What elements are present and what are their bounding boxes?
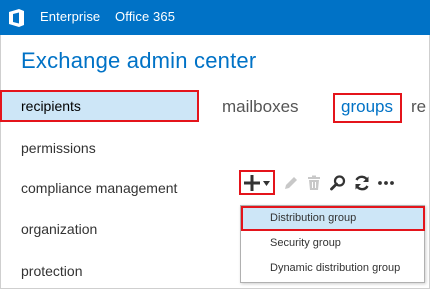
add-icon: [244, 175, 260, 191]
sidebar-item-organization[interactable]: organization: [21, 221, 97, 237]
search-icon[interactable]: [328, 173, 348, 193]
page-title: Exchange admin center: [21, 48, 257, 73]
more-icon[interactable]: [376, 173, 396, 193]
sidebar-item-recipients[interactable]: recipients: [0, 90, 199, 122]
new-group-menu: Distribution group Security group Dynami…: [240, 205, 425, 283]
delete-icon[interactable]: [304, 173, 324, 193]
sidebar-item-permissions[interactable]: permissions: [21, 140, 96, 156]
tab-resources[interactable]: re: [411, 97, 426, 117]
menu-item-dynamic-distribution-group[interactable]: Dynamic distribution group: [241, 256, 424, 280]
menu-item-security-group[interactable]: Security group: [241, 231, 424, 255]
menu-item-distribution-group[interactable]: Distribution group: [241, 206, 425, 231]
tab-mailboxes[interactable]: mailboxes: [222, 97, 299, 117]
refresh-icon[interactable]: [352, 173, 372, 193]
sidebar-item-compliance-management[interactable]: compliance management: [21, 180, 177, 196]
office365-link[interactable]: Office 365: [115, 9, 175, 24]
tab-groups[interactable]: groups: [333, 93, 402, 123]
sidebar-item-protection[interactable]: protection: [21, 263, 82, 279]
enterprise-link[interactable]: Enterprise: [40, 9, 100, 24]
edit-icon[interactable]: [281, 173, 301, 193]
chevron-down-icon: [263, 181, 270, 186]
add-button[interactable]: [239, 170, 275, 195]
office-logo-icon[interactable]: [6, 7, 28, 29]
top-bar: Enterprise Office 365: [0, 0, 430, 35]
